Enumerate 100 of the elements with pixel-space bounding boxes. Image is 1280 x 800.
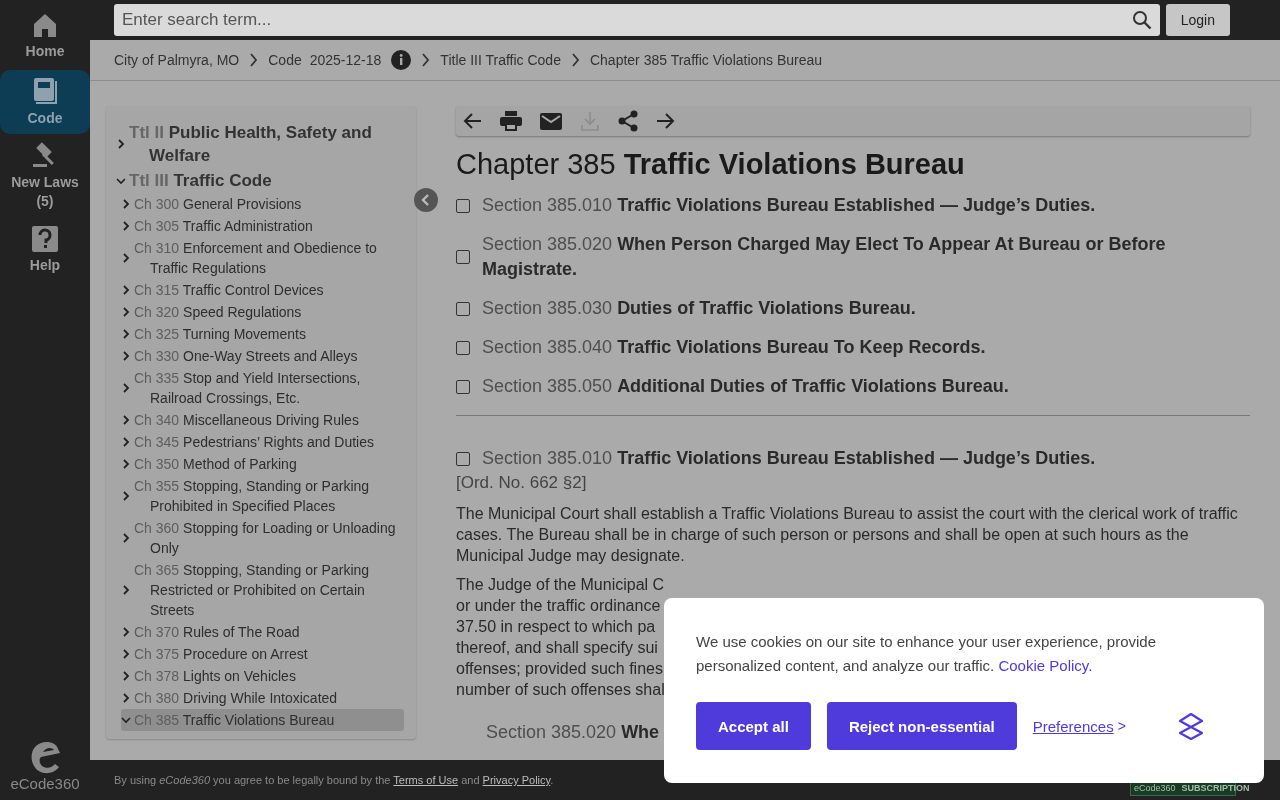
text-line: The Judge of the Municipal C <box>456 575 665 595</box>
title-row[interactable]: Ttl III Traffic Code <box>116 168 404 193</box>
chapter-row[interactable]: Ch 330 One-Way Streets and Alleys <box>121 345 404 367</box>
reject-button[interactable]: Reject non-essential <box>826 702 1017 750</box>
home-icon <box>32 11 58 38</box>
chapter-row[interactable]: Ch 320 Speed Regulations <box>121 301 404 323</box>
info-icon[interactable] <box>391 50 412 70</box>
history-note: [Ord. No. 662 §2] <box>456 473 588 493</box>
search-icon[interactable] <box>1131 10 1152 30</box>
chevron-right-icon[interactable] <box>121 285 131 295</box>
chapter-heading: Chapter 385 Traffic Violations Bureau <box>456 148 966 181</box>
section-link[interactable]: Section 385.020 When Person Charged May Elect To Appear At Bureau or Before Magistrate. <box>482 232 1250 282</box>
logo-text: eCode360 <box>10 775 80 792</box>
section-link[interactable]: Section 385.040 Traffic Violations Bureau To Keep Records. <box>482 335 986 360</box>
help-icon <box>32 225 58 252</box>
checkbox[interactable] <box>456 250 470 264</box>
chapter-row[interactable]: Ch 345 Pedestrians’ Rights and Duties <box>121 431 404 453</box>
chapter-link[interactable]: Ch 330 One-Way Streets and Alleys <box>134 346 358 366</box>
chevron-right-icon <box>421 53 431 67</box>
checkbox[interactable] <box>456 198 470 213</box>
chevron-right-icon[interactable] <box>121 415 131 425</box>
collapse-button[interactable] <box>414 188 438 212</box>
chapter-link[interactable]: Ch 340 Miscellaneous Driving Rules <box>134 410 359 430</box>
chevron-right-icon[interactable] <box>121 383 131 393</box>
print-icon[interactable] <box>500 111 522 131</box>
chapter-row[interactable]: Ch 350 Method of Parking <box>121 453 404 475</box>
chevron-right-icon[interactable] <box>121 627 131 637</box>
section-heading: Section 385.010 Traffic Violations Bureau Established — Judge’s Duties. <box>482 447 1096 470</box>
chapter-link[interactable]: Ch 380 Driving While Intoxicated <box>134 688 338 708</box>
chapter-row[interactable]: Ch 300 General Provisions <box>121 193 404 215</box>
chapter-row[interactable]: Ch 325 Turning Movements <box>121 323 404 345</box>
chapter-link[interactable]: Ch 300 General Provisions <box>134 194 302 214</box>
chevron-down-icon[interactable] <box>116 176 126 185</box>
chapter-row[interactable]: Ch 380 Driving While Intoxicated <box>121 687 404 709</box>
title-link[interactable]: Ttl III Traffic Code <box>129 169 272 192</box>
chapter-row[interactable]: Ch 340 Miscellaneous Driving Rules <box>121 409 404 431</box>
breadcrumb-link[interactable]: Title III Traffic Code <box>440 52 561 68</box>
chapter-row[interactable]: Ch 378 Lights on Vehicles <box>121 665 404 687</box>
checkbox[interactable] <box>456 340 470 355</box>
chevron-right-icon[interactable] <box>121 649 131 659</box>
checkbox[interactable] <box>456 379 470 394</box>
chevron-text: > <box>1117 718 1126 734</box>
chapter-row[interactable]: Ch 370 Rules of The Road <box>121 621 404 643</box>
chevron-right-icon[interactable] <box>121 307 131 317</box>
accept-button[interactable]: Accept all <box>696 702 811 750</box>
version-date: 2025-12-18 <box>309 52 382 68</box>
chapter-link[interactable]: Ch 305 Traffic Administration <box>134 216 313 236</box>
chevron-right-icon[interactable] <box>121 491 131 501</box>
chevron-right-icon[interactable] <box>116 139 126 149</box>
chapter-link[interactable]: Ch 315 Traffic Control Devices <box>134 280 324 300</box>
forward-arrow-icon[interactable] <box>656 112 676 130</box>
checkbox[interactable] <box>456 301 470 316</box>
chevron-right-icon[interactable] <box>121 533 131 543</box>
cookie-policy-link[interactable]: Cookie Policy. <box>998 657 1093 674</box>
chevron-right-icon[interactable] <box>121 351 131 361</box>
chapter-link[interactable]: Ch 345 Pedestrians’ Rights and Duties <box>134 432 374 452</box>
nav-item[interactable]: Home <box>0 4 90 68</box>
chapter-row[interactable]: Ch 315 Traffic Control Devices <box>121 279 404 301</box>
chevron-right-icon <box>249 53 259 67</box>
chevron-right-icon[interactable] <box>121 253 131 263</box>
back-arrow-icon[interactable] <box>462 112 482 130</box>
chevron-right-icon[interactable] <box>121 329 131 339</box>
chapter-link[interactable]: Ch 350 Method of Parking <box>134 454 297 474</box>
breadcrumb-link[interactable]: Code <box>268 52 302 68</box>
terms-link[interactable]: Terms of Use <box>393 774 459 786</box>
chevron-right-icon[interactable] <box>121 671 131 681</box>
chapter-link[interactable]: Ch 378 Lights on Vehicles <box>134 666 296 686</box>
search-field[interactable]: Enter search term... <box>114 4 1160 36</box>
breadcrumb-link[interactable]: Chapter 385 Traffic Violations Bureau <box>589 52 823 68</box>
chevron-left-icon <box>421 194 431 206</box>
text-line: or under the traffic ordinance <box>456 596 661 616</box>
text-line: offenses; provided such fines <box>456 659 663 679</box>
chevron-right-icon[interactable] <box>121 199 131 209</box>
chevron-right-icon[interactable] <box>121 585 131 595</box>
nav-item[interactable]: Code <box>0 70 90 134</box>
chapter-link[interactable]: Ch 375 Procedure on Arrest <box>134 644 308 664</box>
section-link[interactable]: Section 385.050 Additional Duties of Traffic Violations Bureau. <box>482 374 1009 399</box>
chevron-right-icon[interactable] <box>121 221 131 231</box>
email-icon[interactable] <box>540 112 562 130</box>
checkbox[interactable] <box>456 451 470 466</box>
breadcrumb-link[interactable]: City of Palmyra, MO <box>114 52 240 68</box>
section-link[interactable]: Section 385.030 Duties of Traffic Violations Bureau. <box>482 296 916 321</box>
share-icon[interactable] <box>618 110 638 132</box>
section-link[interactable]: Section 385.010 Traffic Violations Bureau Established — Judge’s Duties. <box>482 193 1096 218</box>
chevron-down-icon[interactable] <box>121 716 131 724</box>
chevron-right-icon[interactable] <box>121 459 131 469</box>
chapter-row[interactable]: Ch 305 Traffic Administration <box>121 215 404 237</box>
chapter-link[interactable]: Ch 325 Turning Movements <box>134 324 306 344</box>
book-icon <box>32 76 58 105</box>
chapter-link[interactable]: Ch 320 Speed Regulations <box>134 302 302 322</box>
chevron-right-icon[interactable] <box>121 693 131 703</box>
nav-item[interactable]: New Laws (5) <box>0 136 90 216</box>
chapter-link[interactable]: Ch 370 Rules of The Road <box>134 622 300 642</box>
paragraph: The Municipal Court shall establish a Traffic Violations Bureau to assist the court with the clerical work of traffic cases. The Bureau shall be in charge of such person or persons and shall be open at such hours as the Municipal Judge may designate. <box>456 504 1239 566</box>
cookie-message: We use cookies on our site to enhance your user experience, provide personalized content, and analyze our traffic. Cookie Policy. <box>696 632 1157 676</box>
preferences-link[interactable]: Preferences <box>1032 717 1114 735</box>
chapter-row[interactable]: Ch 375 Procedure on Arrest <box>121 643 404 665</box>
nav-item[interactable]: Help <box>0 218 90 282</box>
login-button[interactable]: Login <box>1165 4 1230 36</box>
chevron-right-icon[interactable] <box>121 437 131 447</box>
